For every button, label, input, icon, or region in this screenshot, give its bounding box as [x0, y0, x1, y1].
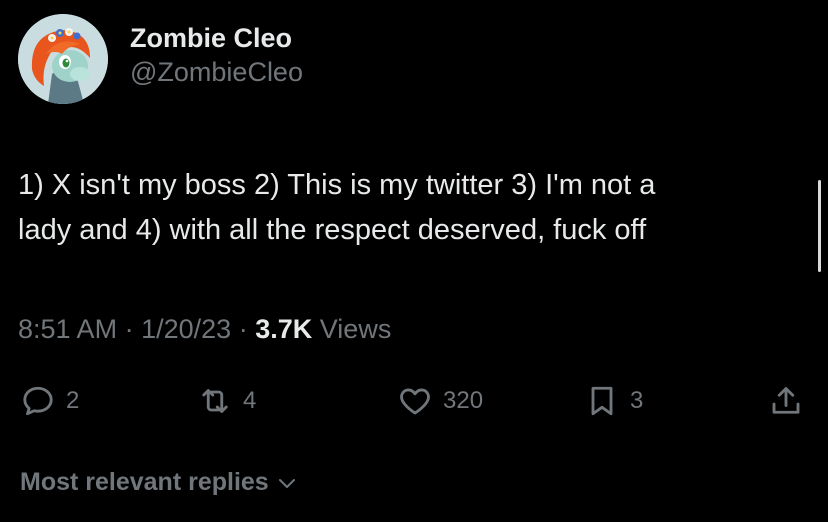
- scrollbar-thumb[interactable]: [818, 180, 821, 272]
- bookmark-count: 3: [630, 387, 644, 414]
- action-bar: 2 4 320 3: [0, 381, 828, 421]
- cartoon-pony-avatar-icon: [18, 14, 108, 104]
- replies-sort-label: Most relevant replies: [20, 468, 269, 496]
- share-button[interactable]: [768, 381, 804, 421]
- author-display-name[interactable]: Zombie Cleo: [130, 21, 303, 55]
- tweet-time[interactable]: 8:51 AM: [18, 314, 117, 344]
- reply-button[interactable]: 2: [20, 381, 79, 421]
- tweet-text: 1) X isn't my boss 2) This is my twitter…: [18, 169, 656, 246]
- author-handle[interactable]: @ZombieCleo: [130, 55, 303, 89]
- like-button[interactable]: 320: [397, 381, 483, 421]
- share-icon: [772, 387, 800, 414]
- tweet-meta: 8:51 AM · 1/20/23 · 3.7K Views: [18, 310, 391, 348]
- bookmark-icon: [591, 386, 613, 416]
- tweet-header: Zombie Cleo @ZombieCleo: [18, 14, 303, 104]
- reply-icon: [23, 386, 53, 416]
- meta-separator: ·: [124, 314, 134, 344]
- chevron-down-icon: [278, 478, 295, 488]
- author-names: Zombie Cleo @ZombieCleo: [130, 21, 303, 89]
- retweet-button[interactable]: 4: [197, 381, 256, 421]
- retweet-icon: [202, 389, 228, 413]
- bookmark-button[interactable]: 3: [584, 381, 643, 421]
- tweet-detail: Zombie Cleo @ZombieCleo 1) X isn't my bo…: [0, 0, 828, 522]
- retweet-count: 4: [243, 387, 257, 414]
- views-count[interactable]: 3.7K: [255, 314, 312, 344]
- like-count: 320: [443, 387, 484, 414]
- reply-count: 2: [66, 387, 80, 414]
- replies-sort-dropdown[interactable]: Most relevant replies: [20, 468, 299, 497]
- meta-separator: ·: [238, 314, 248, 344]
- tweet-date[interactable]: 1/20/23: [141, 314, 231, 344]
- views-label[interactable]: Views: [320, 314, 392, 344]
- heart-icon: [400, 388, 430, 415]
- avatar[interactable]: [18, 14, 108, 104]
